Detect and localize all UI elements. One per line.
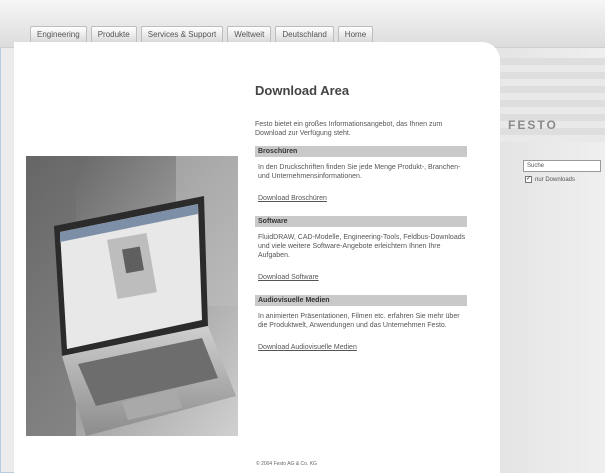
nav-tab-services-support[interactable]: Services & Support	[140, 26, 224, 42]
download-software-link[interactable]: Download Software	[255, 274, 467, 281]
search-input[interactable]: Suche	[523, 160, 601, 172]
section-heading-software: Software	[255, 216, 467, 227]
section-text-audiovisuelle-medien: In animierten Präsentationen, Filmen etc…	[258, 313, 460, 329]
page-title: Download Area	[255, 83, 350, 98]
nav-tab-home[interactable]: Home	[337, 26, 374, 42]
downloads-only-checkbox[interactable]: ✓	[525, 176, 532, 183]
section-heading-broschueren: Broschüren	[255, 146, 467, 157]
download-area-column: Download Area Festo bietet ein großes In…	[255, 83, 467, 365]
section-text-software: FluidDRAW, CAD-Modelle, Engineering-Tool…	[258, 234, 466, 259]
laptop-image	[26, 156, 238, 436]
copyright-text: © 2004 Festo AG & Co. KG	[256, 461, 317, 467]
nav-tab-engineering[interactable]: Engineering	[30, 26, 87, 42]
download-audiovisuelle-medien-link[interactable]: Download Audiovisuelle Medien	[255, 344, 467, 351]
main-navigation: Engineering Produkte Services & Support …	[30, 26, 374, 42]
download-broschueren-link[interactable]: Download Broschüren	[255, 195, 467, 202]
nav-tab-produkte[interactable]: Produkte	[90, 26, 137, 42]
festo-logo[interactable]: FESTO	[508, 118, 558, 132]
downloads-only-option[interactable]: ✓ nur Downloads	[525, 176, 575, 183]
section-text-broschueren: In den Druckschriften finden Sie jede Me…	[258, 164, 461, 180]
section-heading-audiovisuelle-medien: Audiovisuelle Medien	[255, 295, 467, 306]
nav-tab-deutschland[interactable]: Deutschland	[275, 26, 334, 42]
nav-tab-weltweit[interactable]: Weltweit	[227, 26, 272, 42]
downloads-only-label: nur Downloads	[535, 176, 576, 183]
intro-text: Festo bietet ein großes Informationsange…	[255, 121, 443, 137]
